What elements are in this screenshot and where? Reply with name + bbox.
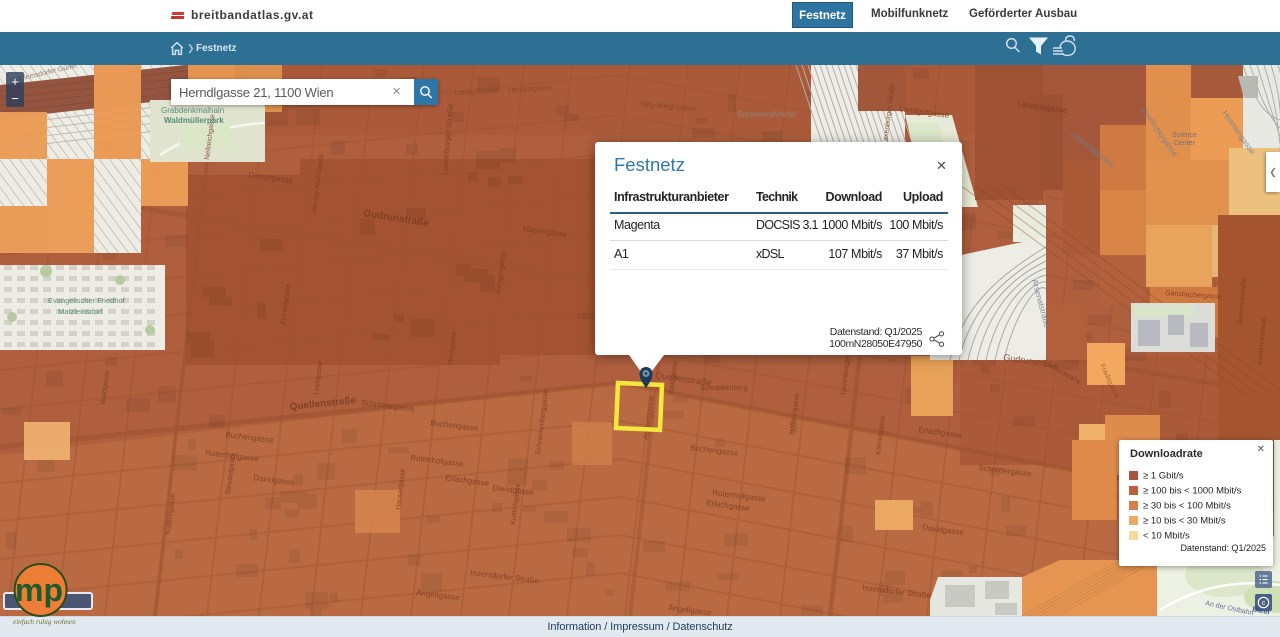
svg-text:c: c xyxy=(1262,598,1266,607)
svg-text:Waldmüllerpark: Waldmüllerpark xyxy=(164,116,224,125)
svg-text:Matzleinsdorf: Matzleinsdorf xyxy=(58,307,104,316)
svg-text:Center: Center xyxy=(1174,140,1196,147)
svg-text:Sonnwendviertel: Sonnwendviertel xyxy=(737,110,796,119)
svg-text:Science: Science xyxy=(1172,132,1197,139)
svg-text:mp: mp xyxy=(15,572,63,608)
svg-text:einfach ruhig wohnen: einfach ruhig wohnen xyxy=(13,618,76,626)
svg-text:Evangelischer Friedhof: Evangelischer Friedhof xyxy=(48,296,126,305)
svg-text:Grabdenkmalhain: Grabdenkmalhain xyxy=(161,106,224,115)
svg-text:Schrankenberg: Schrankenberg xyxy=(700,385,748,392)
